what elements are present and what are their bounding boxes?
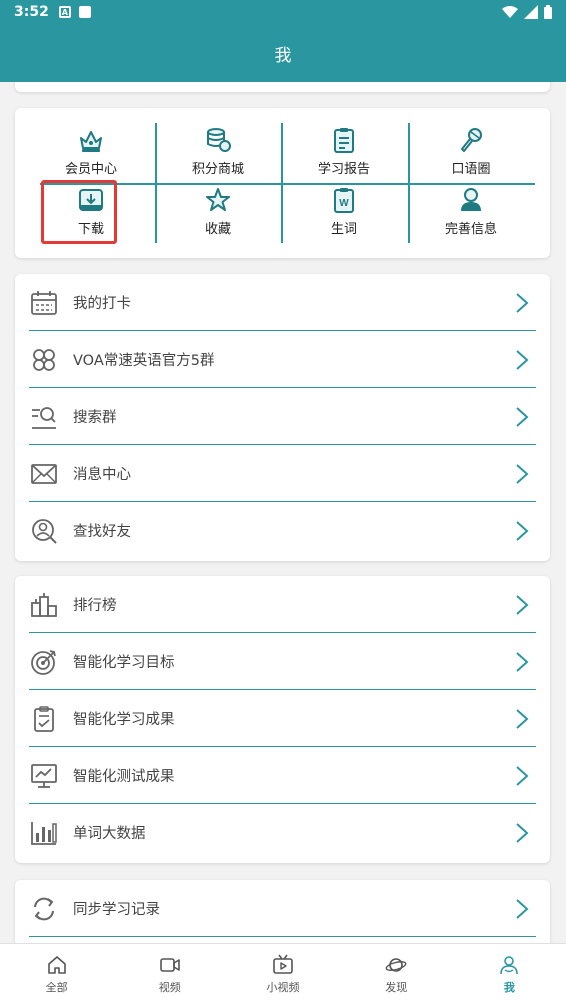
mail-icon xyxy=(31,463,57,484)
leaderboard-icon xyxy=(31,592,57,617)
calendar-icon xyxy=(31,290,57,315)
list-item-leaderboard[interactable]: 排行榜 xyxy=(15,576,550,633)
list-item-label: 搜索群 xyxy=(73,410,117,426)
presentation-chart-icon xyxy=(31,763,57,788)
home-icon xyxy=(47,956,66,974)
word-card-icon: W xyxy=(334,188,354,213)
grid-item-study-report[interactable]: 学习报告 xyxy=(281,123,407,183)
nav-tab-all[interactable]: 全部 xyxy=(0,944,113,1005)
nav-tab-video[interactable]: 视频 xyxy=(113,944,226,1005)
group-icon xyxy=(33,348,55,371)
search-list-icon xyxy=(32,406,56,429)
grid-item-member-center[interactable]: 会员中心 xyxy=(28,123,154,183)
status-bar: 3:52 A xyxy=(0,0,566,24)
grid-item-label: 口语圈 xyxy=(451,162,491,177)
nav-tab-discover[interactable]: 发现 xyxy=(340,944,453,1005)
grid-item-label: 生词 xyxy=(330,222,357,237)
list-card-sync: 同步学习记录 xyxy=(15,880,550,943)
report-icon xyxy=(334,128,354,153)
svg-text:W: W xyxy=(339,198,349,209)
chevron-right-icon xyxy=(516,463,529,484)
grid-item-new-words[interactable]: W 生词 xyxy=(281,183,407,243)
list-item-label: 智能化测试成果 xyxy=(73,769,175,785)
clipboard-check-icon xyxy=(34,705,54,732)
profile-icon xyxy=(461,188,481,211)
list-item-label: 查找好友 xyxy=(73,524,131,540)
list-item-label: 消息中心 xyxy=(73,467,131,483)
chevron-right-icon xyxy=(516,292,529,313)
app-bar: 我 xyxy=(0,24,566,82)
nav-label: 我 xyxy=(503,981,515,994)
grid-item-label: 收藏 xyxy=(204,222,231,237)
list-divider xyxy=(29,935,536,937)
chevron-right-icon xyxy=(516,349,529,370)
nav-label: 小视频 xyxy=(266,981,300,994)
chevron-right-icon xyxy=(516,898,529,919)
nav-tab-short-video[interactable]: 小视频 xyxy=(226,944,339,1005)
list-item-label: 智能化学习目标 xyxy=(73,655,175,671)
list-card-learning: 排行榜 智能化学习目标 智能化学习成果 智能化测试成果 单词大数据 xyxy=(15,576,550,863)
nav-tab-me[interactable]: 我 xyxy=(453,944,566,1005)
chevron-right-icon xyxy=(516,406,529,427)
list-item-find-friends[interactable]: 查找好友 xyxy=(15,502,550,559)
download-highlight-box xyxy=(41,180,117,244)
list-item-smart-achievement[interactable]: 智能化学习成果 xyxy=(15,690,550,747)
wifi-icon xyxy=(502,6,518,18)
grid-item-points-mall[interactable]: 积分商城 xyxy=(155,123,281,183)
crown-icon xyxy=(80,131,102,152)
microphone-icon xyxy=(461,128,482,152)
me-icon xyxy=(500,956,519,975)
page-title: 我 xyxy=(274,45,292,66)
chevron-right-icon xyxy=(516,822,529,843)
list-item-my-checkin[interactable]: 我的打卡 xyxy=(15,274,550,331)
star-icon xyxy=(206,188,230,211)
battery-icon xyxy=(544,5,552,19)
list-item-label: 排行榜 xyxy=(73,598,117,614)
list-item-smart-test-result[interactable]: 智能化测试成果 xyxy=(15,747,550,804)
grid-item-favorites[interactable]: 收藏 xyxy=(155,183,281,243)
nav-label: 发现 xyxy=(385,981,408,994)
list-item-sync-records[interactable]: 同步学习记录 xyxy=(15,880,550,937)
list-item-voa-group[interactable]: VOA常速英语官方5群 xyxy=(15,331,550,388)
signal-icon xyxy=(524,5,538,19)
list-item-smart-goal[interactable]: 智能化学习目标 xyxy=(15,633,550,690)
grid-item-label: 完善信息 xyxy=(444,222,497,237)
list-item-label: 同步学习记录 xyxy=(73,902,160,918)
list-item-label: 单词大数据 xyxy=(73,826,146,842)
grid-item-label: 积分商城 xyxy=(191,162,244,177)
list-item-word-big-data[interactable]: 单词大数据 xyxy=(15,804,550,861)
status-time: 3:52 xyxy=(14,4,49,20)
list-item-label: VOA常速英语官方5群 xyxy=(73,353,215,369)
content-scroll[interactable]: 会员中心 积分商城 学习报告 口语圈 下载 收藏 W 生词 完善信息 我的打卡 … xyxy=(0,82,566,943)
nav-label: 全部 xyxy=(45,981,68,994)
sync-icon xyxy=(34,897,54,920)
chevron-right-icon xyxy=(516,594,529,615)
tv-icon xyxy=(273,954,293,974)
coins-icon xyxy=(207,128,231,152)
chevron-right-icon xyxy=(516,765,529,786)
bottom-nav: 全部 视频 小视频 发现 我 xyxy=(0,943,566,1005)
top-card-stub xyxy=(15,82,550,92)
list-item-message-center[interactable]: 消息中心 xyxy=(15,445,550,502)
list-card-social: 我的打卡 VOA常速英语官方5群 搜索群 消息中心 查找好友 xyxy=(15,274,550,561)
chevron-right-icon xyxy=(516,520,529,541)
chevron-right-icon xyxy=(516,651,529,672)
grid-item-complete-profile[interactable]: 完善信息 xyxy=(408,183,534,243)
grid-item-speaking-circle[interactable]: 口语圈 xyxy=(408,123,534,183)
bar-chart-icon xyxy=(31,821,57,845)
notification-square-icon xyxy=(78,6,91,18)
target-icon xyxy=(31,649,56,675)
list-item-label: 智能化学习成果 xyxy=(73,712,175,728)
video-icon xyxy=(159,958,180,972)
list-item-search-group[interactable]: 搜索群 xyxy=(15,388,550,445)
find-friend-icon xyxy=(32,518,57,544)
chevron-right-icon xyxy=(516,708,529,729)
grid-item-label: 会员中心 xyxy=(64,162,117,177)
nav-label: 视频 xyxy=(158,981,181,994)
list-item-label: 我的打卡 xyxy=(73,296,131,312)
grid-item-label: 学习报告 xyxy=(317,162,370,177)
planet-icon xyxy=(385,958,407,972)
notification-a-icon: A xyxy=(58,6,71,18)
